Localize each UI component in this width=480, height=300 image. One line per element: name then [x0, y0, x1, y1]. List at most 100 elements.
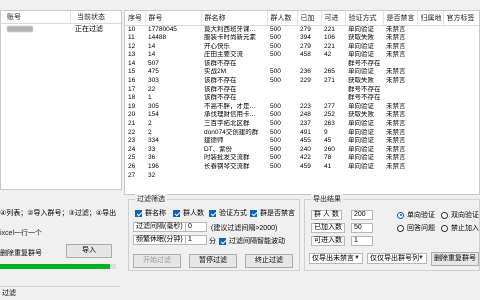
enterable-input[interactable]: 1 — [351, 236, 373, 246]
cell-muted: 未禁言 — [386, 68, 406, 76]
interval-input[interactable]: 0 — [185, 222, 207, 232]
table-row[interactable]: 10 17780045 竟大利西班牙课… 500 279 221 单向验证 未禁言 — [125, 25, 479, 34]
table-row[interactable]: 17 22 该群不存在 群号不存在 — [125, 86, 479, 95]
radio-answer-question[interactable]: 回答问题 — [397, 223, 435, 233]
cell-region — [417, 163, 443, 172]
cell-enterable: 263 — [324, 120, 335, 128]
cell-official-tag — [443, 34, 479, 43]
cell-group-id: 14 — [148, 51, 156, 59]
checkbox-icon[interactable] — [173, 209, 180, 217]
table-row[interactable]: 19 305 不高不胖，才是… 500 223 277 单向验证 未禁言 — [125, 102, 479, 112]
radio-two-way-verify[interactable]: 双向验证 — [441, 210, 479, 220]
column-header-added[interactable]: 已加 — [297, 11, 322, 26]
table-row[interactable]: 22 2 don074交创建的群 500 491 9 单向验证 未禁言 — [125, 128, 479, 138]
cell-group-name: 不高不胖，才是… — [204, 102, 256, 110]
sleep-input[interactable]: 1 — [185, 235, 207, 245]
workflow-steps: ④列表；②导入群号；③过滤；④导出 — [0, 210, 117, 217]
filter-check-name[interactable]: 群名称 — [135, 208, 166, 218]
radio-icon[interactable] — [397, 211, 404, 219]
remove-duplicates-button[interactable]: 删除重复群号 — [431, 252, 479, 266]
checkbox-icon[interactable] — [209, 209, 216, 217]
column-header-members[interactable]: 群人数 — [267, 11, 298, 26]
cell-group-id: 36 — [148, 154, 156, 162]
table-row[interactable]: 正在过滤 — [1, 24, 121, 35]
cell-official-tag — [443, 111, 479, 120]
joined-input[interactable]: 50 — [351, 223, 373, 233]
stop-filter-button[interactable]: 终止过滤 — [245, 254, 293, 268]
cell-group-id: 475 — [148, 68, 159, 76]
filter-check-verify[interactable]: 验证方式 — [209, 208, 247, 218]
table-row[interactable]: 15 475 实战2M 500 236 265 单向验证 未禁言 — [125, 68, 479, 77]
column-header-enterable[interactable]: 可进 — [321, 11, 346, 26]
chevron-down-icon: ▼ — [418, 255, 424, 261]
table-row[interactable]: 20 154 承伐理财信用卡… 500 248 252 获取失败 未禁言 — [125, 111, 479, 120]
cell-muted: 未禁言 — [386, 120, 406, 128]
column-header-verify[interactable]: 验证方式 — [345, 11, 384, 26]
export-column-select[interactable]: 仅仅导出群号列 ▼ — [367, 253, 427, 264]
cell-enterable: 265 — [324, 68, 335, 76]
table-row[interactable]: 18 1 该群不存在 群号不存在 — [125, 94, 479, 103]
column-header-group-id[interactable]: 群号 — [145, 11, 202, 26]
import-button[interactable]: 导入 — [66, 244, 112, 258]
cell-region — [417, 111, 443, 120]
start-filter-button[interactable]: 开始过滤 — [133, 254, 181, 268]
pause-filter-button[interactable]: 暂停过滤 — [189, 254, 237, 268]
group-table[interactable]: 序号 群号 群名称 群人数 已加 可进 验证方式 是否禁言 归属地 官方标签 1… — [124, 10, 480, 195]
cell-group-name: 该群不存在 — [204, 59, 237, 67]
cell-enterable: 45 — [324, 137, 332, 145]
cell-added: 491 — [300, 128, 311, 136]
table-row[interactable]: 13 14 庄田主要交流 500 458 42 单向验证 未禁言 — [125, 51, 479, 60]
table-row[interactable]: 23 334 建德师 500 455 45 单向验证 未禁言 — [125, 137, 479, 146]
cell-group-name: DT、紫份 — [204, 145, 233, 153]
radio-one-way-verify[interactable]: 单向验证 — [397, 210, 435, 220]
group-size-input[interactable]: 200 — [351, 210, 373, 220]
cell-group-id: 33 — [148, 145, 156, 153]
checkbox-icon[interactable] — [250, 209, 257, 217]
column-header-group-name[interactable]: 群名称 — [201, 11, 268, 26]
cell-added: 394 — [300, 34, 311, 42]
smart-interval-check[interactable]: 过滤间隔智能波动 — [219, 236, 285, 246]
radio-no-join[interactable]: 禁止加入 — [441, 223, 479, 233]
cell-verify — [345, 172, 383, 181]
cell-no: 12 — [128, 42, 136, 50]
column-header-region[interactable]: 归属地 — [417, 11, 444, 26]
cell-members: 500 — [270, 102, 281, 110]
cell-verify: 单向验证 — [348, 51, 374, 59]
radio-icon[interactable] — [441, 224, 448, 232]
filter-check-muted[interactable]: 群是否禁言 — [250, 208, 295, 218]
account-table[interactable]: 账号 当前状态 正在过滤 — [0, 10, 122, 190]
column-header-account[interactable]: 账号 — [1, 11, 71, 23]
table-row[interactable]: 12 14 开心快乐 500 279 221 单向验证 未禁言 — [125, 42, 479, 52]
cell-enterable: 106 — [324, 34, 335, 42]
cell-muted: 未禁言 — [386, 154, 406, 162]
cell-members: 500 — [270, 51, 281, 59]
table-row[interactable]: 25 36 时装批发交流群 500 422 78 单向验证 未禁言 — [125, 154, 479, 163]
table-row[interactable]: 26 196 长春钢琴交流群 500 459 41 单向验证 未禁言 — [125, 163, 479, 172]
table-row[interactable]: 24 33 DT、紫份 500 240 260 单向验证 未禁言 — [125, 145, 479, 155]
cell-official-tag — [443, 146, 479, 155]
filter-check-members[interactable]: 群人数 — [173, 208, 204, 218]
cell-group-name: 长春钢琴交流群 — [204, 163, 250, 170]
table-row[interactable]: 16 303 该群不存在 500 229 271 获取失败 未禁言 — [125, 77, 479, 86]
table-row[interactable]: 14 507 该群不存在 群号不存在 — [125, 59, 479, 69]
checkbox-icon[interactable] — [135, 209, 142, 217]
radio-icon[interactable] — [397, 224, 404, 232]
cell-no: 25 — [128, 154, 136, 162]
table-row[interactable]: 21 2 三百字拓北区群 500 237 263 单向验证 未禁言 — [125, 120, 479, 129]
cell-verify: 单向验证 — [348, 25, 374, 33]
table-row[interactable]: 11 14488 服装卡时尚新元素 500 394 106 获取失败 未禁言 — [125, 34, 479, 43]
cell-verify: 单向验证 — [348, 120, 374, 128]
column-header-no[interactable]: 序号 — [125, 11, 146, 26]
radio-icon[interactable] — [441, 211, 448, 219]
cell-members: 500 — [270, 145, 281, 153]
column-header-official-tag[interactable]: 官方标签 — [443, 11, 479, 26]
filter-groupbox-title: 过滤筛选 — [135, 194, 167, 204]
cell-muted — [383, 172, 417, 181]
checkbox-icon[interactable] — [219, 237, 226, 245]
mute-filter-select[interactable]: 仅导出未禁言 ▼ — [309, 253, 363, 264]
column-header-muted[interactable]: 是否禁言 — [383, 11, 418, 26]
table-row[interactable]: 27 32 — [125, 172, 479, 181]
cell-group-id: 1 — [148, 94, 152, 102]
cell-muted: 未禁言 — [386, 42, 406, 50]
column-header-status[interactable]: 当前状态 — [71, 11, 105, 23]
